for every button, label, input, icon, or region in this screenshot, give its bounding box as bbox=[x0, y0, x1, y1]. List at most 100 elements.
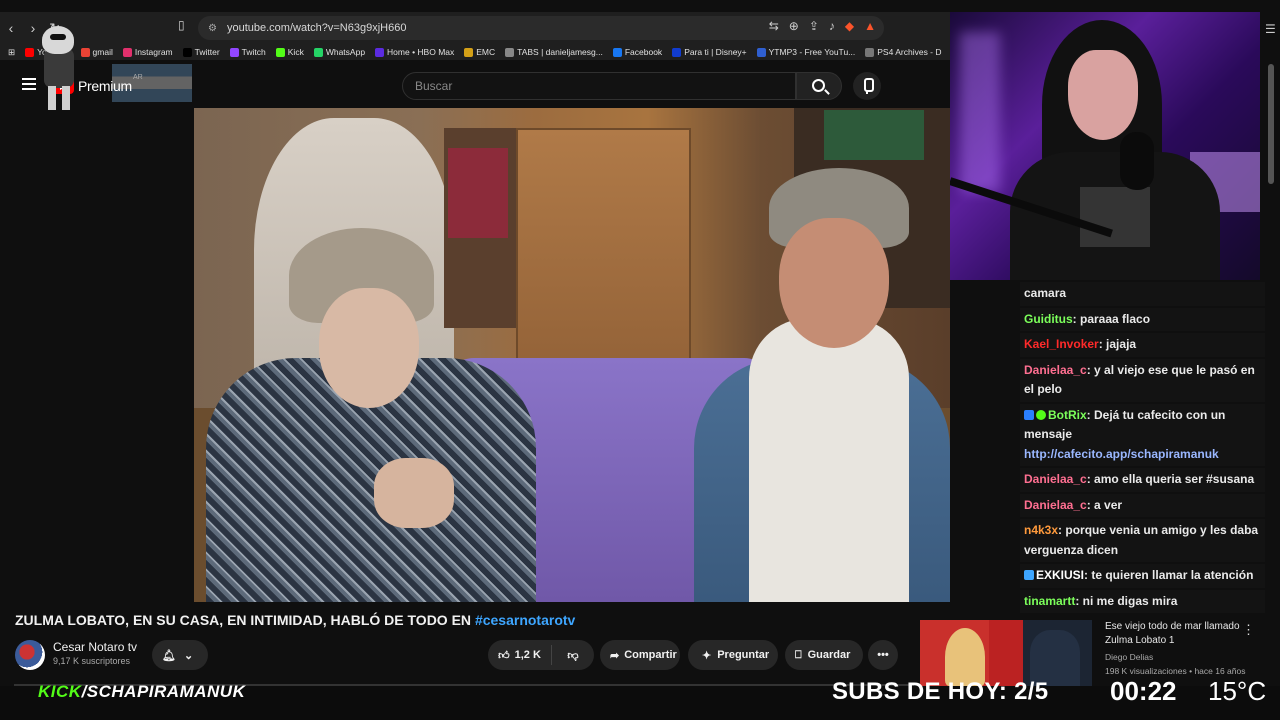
chat-username[interactable]: BotRix bbox=[1048, 408, 1087, 422]
chat-username[interactable]: Kael_Invoker bbox=[1024, 337, 1099, 351]
chat-message: n4k3x: porque venia un amigo y les daba … bbox=[1020, 519, 1265, 562]
share-button[interactable]: ➦ Compartir bbox=[600, 640, 680, 670]
brave-rewards-icon[interactable]: ▲ bbox=[864, 19, 876, 33]
verified-badge-icon bbox=[1036, 409, 1046, 420]
chat-link[interactable]: http://cafecito.app/schapiramanuk bbox=[1024, 447, 1219, 461]
chat-username[interactable]: tinamartt bbox=[1024, 594, 1075, 608]
more-icon: ••• bbox=[877, 649, 889, 661]
bookmark-label: gmail bbox=[92, 47, 113, 57]
bookmark-item[interactable]: Kick bbox=[275, 47, 304, 57]
recommended-meta: 198 K visualizaciones • hace 16 años bbox=[1105, 666, 1246, 676]
chat-username[interactable]: Danielaa_c bbox=[1024, 498, 1087, 512]
chat-text: : amo ella queria ser #susana bbox=[1086, 472, 1255, 486]
chat-username[interactable]: n4k3x bbox=[1024, 523, 1058, 537]
bookmark-save-icon: ⎕ bbox=[795, 648, 802, 661]
site-info-icon[interactable]: ⚙ bbox=[208, 23, 217, 34]
thumbs-up-icon: 👍︎ bbox=[498, 649, 510, 662]
search-input[interactable]: Buscar bbox=[402, 72, 796, 100]
video-title: ZULMA LOBATO, EN SU CASA, EN INTIMIDAD, … bbox=[15, 612, 576, 628]
subscriber-count: 9,17 K suscriptores bbox=[53, 656, 131, 666]
channel-avatar[interactable] bbox=[15, 640, 45, 670]
bookmark-favicon-icon bbox=[275, 47, 285, 57]
bookmark-item[interactable]: Instagram bbox=[122, 47, 173, 57]
like-dislike-group: 👍︎ 1,2 K 👎︎ bbox=[488, 640, 594, 670]
subscriber-badge-icon bbox=[1024, 570, 1034, 580]
bookmark-favicon-icon bbox=[464, 47, 474, 57]
recommended-thumbnail[interactable] bbox=[920, 620, 1092, 686]
dislike-button[interactable]: 👎︎ bbox=[552, 649, 594, 662]
chat-username[interactable]: Danielaa_c bbox=[1024, 472, 1087, 486]
bookmark-item[interactable]: Twitch bbox=[229, 47, 266, 57]
chat-message: Kael_Invoker: jajaja bbox=[1020, 333, 1265, 357]
ask-label: Preguntar bbox=[717, 649, 770, 661]
bookmark-favicon-icon bbox=[612, 47, 622, 57]
stream-screen: ‹ › ↻ ▯ ⚙ youtube.com/watch?v=N63g9xjH66… bbox=[0, 0, 1280, 720]
chat-text: camara bbox=[1024, 286, 1067, 300]
chat-text: : te quieren llamar la atención bbox=[1084, 568, 1254, 582]
kick-word: KICK bbox=[38, 682, 82, 701]
chat-text: : paraaa flaco bbox=[1072, 311, 1151, 326]
country-code: AR bbox=[133, 74, 143, 81]
channel-name[interactable]: Cesar Notaro tv bbox=[53, 640, 137, 654]
share-icon[interactable]: ⇪ bbox=[809, 19, 819, 33]
save-button[interactable]: ⎕ Guardar bbox=[785, 640, 863, 670]
chat-message: Danielaa_c: y al viejo ese que le pasó e… bbox=[1020, 358, 1265, 402]
chat-text: : a ver bbox=[1086, 497, 1123, 512]
bookmark-label: YTMP3 - Free YouTu... bbox=[768, 47, 856, 57]
ask-button[interactable]: ✦ Preguntar bbox=[688, 640, 778, 670]
page-scrollbar[interactable] bbox=[1268, 64, 1274, 184]
bookmark-label: Twitch bbox=[241, 47, 266, 57]
bookmark-label: Facebook bbox=[624, 47, 663, 57]
stream-clock: 00:22 bbox=[1110, 676, 1177, 706]
brave-shield-icon[interactable]: ◆ bbox=[845, 19, 854, 33]
chat-message: tinamartt: ni me digas mira bbox=[1020, 589, 1265, 613]
browser-menu-icon[interactable]: ☰ bbox=[1265, 22, 1276, 36]
bookmark-favicon-icon bbox=[756, 47, 766, 57]
bookmark-label: Twitter bbox=[194, 47, 220, 57]
chat-username[interactable]: EXKIUSI bbox=[1036, 568, 1084, 582]
voice-search-button[interactable] bbox=[853, 72, 881, 100]
recommended-channel[interactable]: Diego Delias bbox=[1105, 652, 1153, 662]
chat-message: BotRix: Dejá tu cafecito con un mensaje h… bbox=[1020, 403, 1265, 466]
chat-text: : jajaja bbox=[1098, 337, 1137, 351]
apps-grid-icon[interactable]: ⊞ bbox=[8, 47, 15, 58]
bookmark-item[interactable]: PS4 Archives - D bbox=[865, 47, 942, 57]
bookmark-favicon-icon bbox=[505, 47, 515, 57]
bookmark-icon[interactable]: ▯ bbox=[178, 18, 185, 32]
bookmark-favicon-icon bbox=[122, 47, 132, 57]
bookmark-item[interactable]: Home • HBO Max bbox=[375, 47, 454, 57]
bookmark-item[interactable]: Para ti | Disney+ bbox=[672, 47, 747, 57]
like-button[interactable]: 👍︎ 1,2 K bbox=[488, 645, 552, 665]
bookmark-item[interactable]: Facebook bbox=[612, 47, 663, 57]
chat-overlay: camara Guiditus: paraaa flaco Kael_Invoker… bbox=[1020, 282, 1265, 628]
search-button[interactable] bbox=[796, 72, 842, 100]
bookmark-item[interactable]: WhatsApp bbox=[313, 47, 366, 57]
chat-message: Danielaa_c: amo ella queria ser #susana bbox=[1020, 468, 1265, 492]
bookmark-item[interactable]: TABS | danieljamesg... bbox=[505, 47, 603, 57]
bookmark-item[interactable]: YTMP3 - Free YouTu... bbox=[756, 47, 856, 57]
chat-username[interactable]: Guiditus bbox=[1024, 312, 1073, 326]
video-player[interactable] bbox=[194, 108, 950, 602]
address-bar[interactable]: ⚙ youtube.com/watch?v=N63g9xjH660 ⇆ ⊕ ⇪ … bbox=[198, 16, 884, 40]
streamer-webcam bbox=[950, 12, 1260, 280]
bookmark-favicon-icon bbox=[672, 47, 682, 57]
bookmark-label: WhatsApp bbox=[325, 47, 366, 57]
chat-message: camara bbox=[1020, 282, 1265, 306]
translate-icon[interactable]: ⇆ bbox=[769, 19, 779, 33]
notifications-button[interactable]: 🔔︎ ⌄ bbox=[152, 640, 208, 670]
address-bar-actions: ⇆ ⊕ ⇪ ♪ ◆ ▲ bbox=[769, 19, 876, 33]
chat-username[interactable]: Danielaa_c bbox=[1024, 363, 1087, 377]
bookmark-label: EMC bbox=[476, 47, 496, 57]
music-icon[interactable]: ♪ bbox=[829, 19, 835, 33]
sparkle-icon: ✦ bbox=[702, 649, 712, 662]
bookmark-item[interactable]: Twitter bbox=[182, 47, 220, 57]
bookmark-favicon-icon bbox=[182, 47, 192, 57]
hashtag-link[interactable]: #cesarnotarotv bbox=[475, 612, 575, 628]
bookmark-label: PS4 Archives - D bbox=[877, 47, 942, 57]
back-icon[interactable]: ‹ bbox=[0, 20, 22, 36]
more-actions-button[interactable]: ••• bbox=[868, 640, 898, 670]
chat-message: EXKIUSI: te quieren llamar la atención bbox=[1020, 564, 1265, 588]
zoom-icon[interactable]: ⊕ bbox=[789, 19, 799, 33]
bookmark-item[interactable]: EMC bbox=[464, 47, 495, 57]
thumbs-down-icon: 👎︎ bbox=[567, 649, 579, 662]
